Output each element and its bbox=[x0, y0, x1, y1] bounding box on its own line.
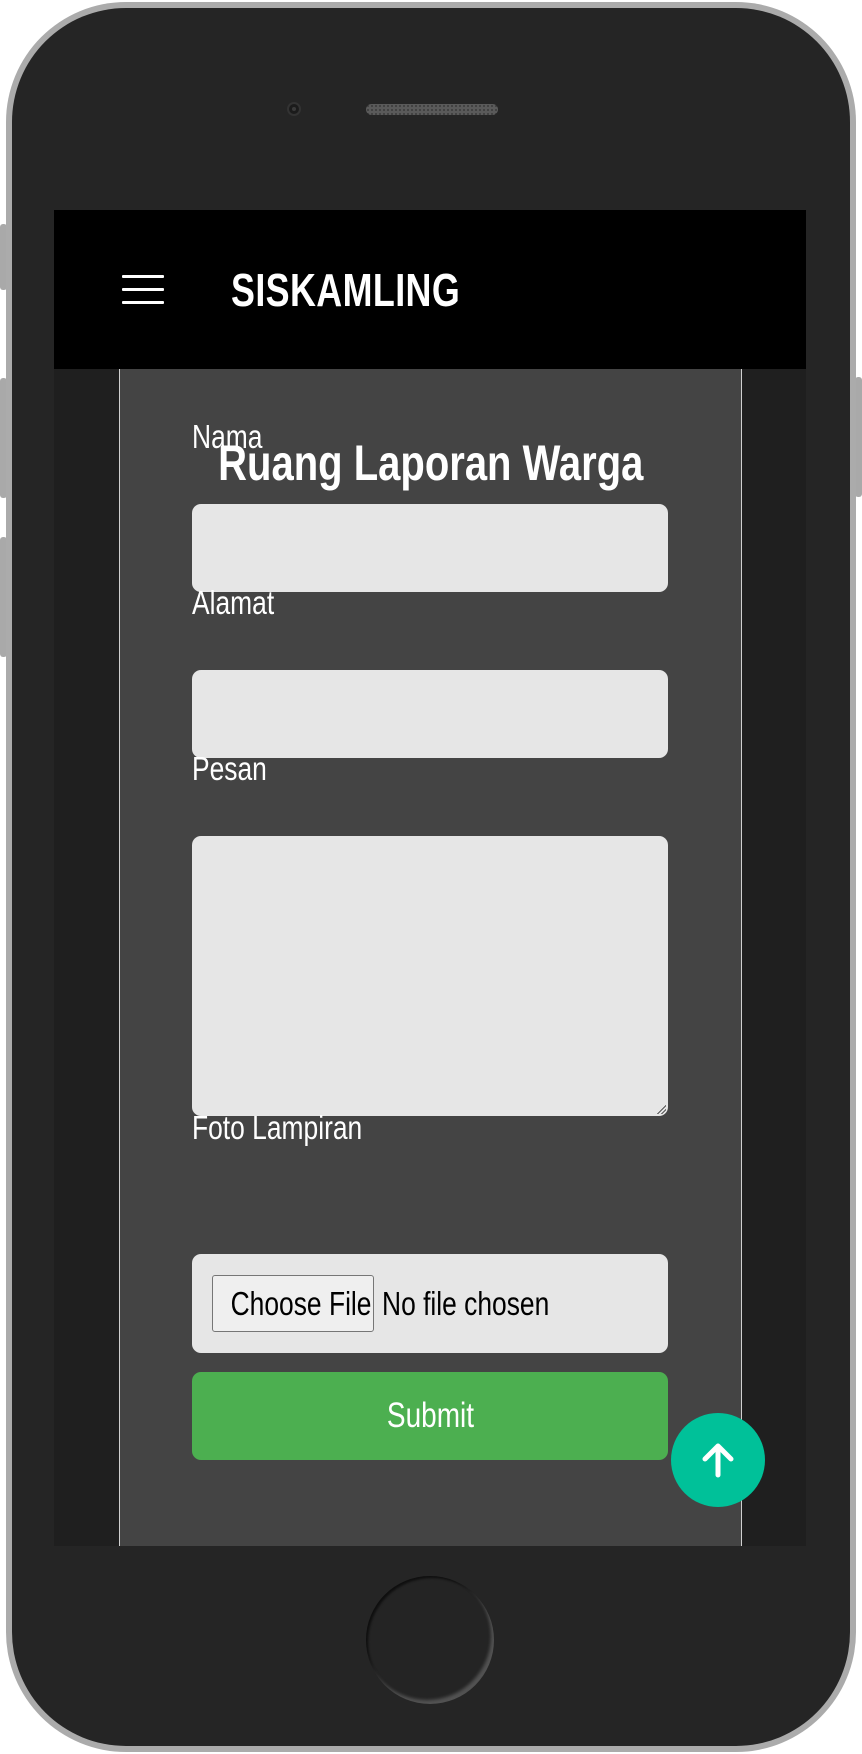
pesan-label: Pesan bbox=[192, 750, 267, 787]
brand-title: SISKAMLING bbox=[231, 264, 461, 316]
arrow-up-icon bbox=[702, 1443, 734, 1478]
scroll-to-top-button[interactable] bbox=[671, 1413, 765, 1507]
textarea-resize-handle[interactable] bbox=[656, 1104, 666, 1114]
phone-power-button bbox=[855, 377, 862, 497]
nama-label: Nama bbox=[192, 418, 263, 455]
top-navbar: SISKAMLING bbox=[54, 210, 806, 369]
report-form-panel: Ruang Laporan Warga Nama Alamat Pesan Fo… bbox=[119, 369, 742, 1546]
front-camera bbox=[287, 102, 301, 116]
phone-screen: SISKAMLING Ruang Laporan Warga Nama Alam… bbox=[54, 210, 806, 1546]
foto-lampiran-file-input: Choose File No file chosen bbox=[192, 1254, 668, 1353]
earpiece-speaker bbox=[366, 104, 498, 115]
foto-lampiran-label: Foto Lampiran bbox=[192, 1109, 363, 1146]
alamat-input[interactable] bbox=[192, 670, 668, 758]
pesan-textarea[interactable] bbox=[192, 836, 668, 1116]
home-button[interactable] bbox=[366, 1576, 494, 1704]
hamburger-menu-icon[interactable] bbox=[122, 275, 164, 305]
file-status-text: No file chosen bbox=[382, 1285, 550, 1322]
nama-input[interactable] bbox=[192, 504, 668, 592]
choose-file-button[interactable]: Choose File bbox=[212, 1275, 374, 1332]
alamat-label: Alamat bbox=[192, 584, 275, 621]
submit-button[interactable]: Submit bbox=[192, 1372, 668, 1460]
